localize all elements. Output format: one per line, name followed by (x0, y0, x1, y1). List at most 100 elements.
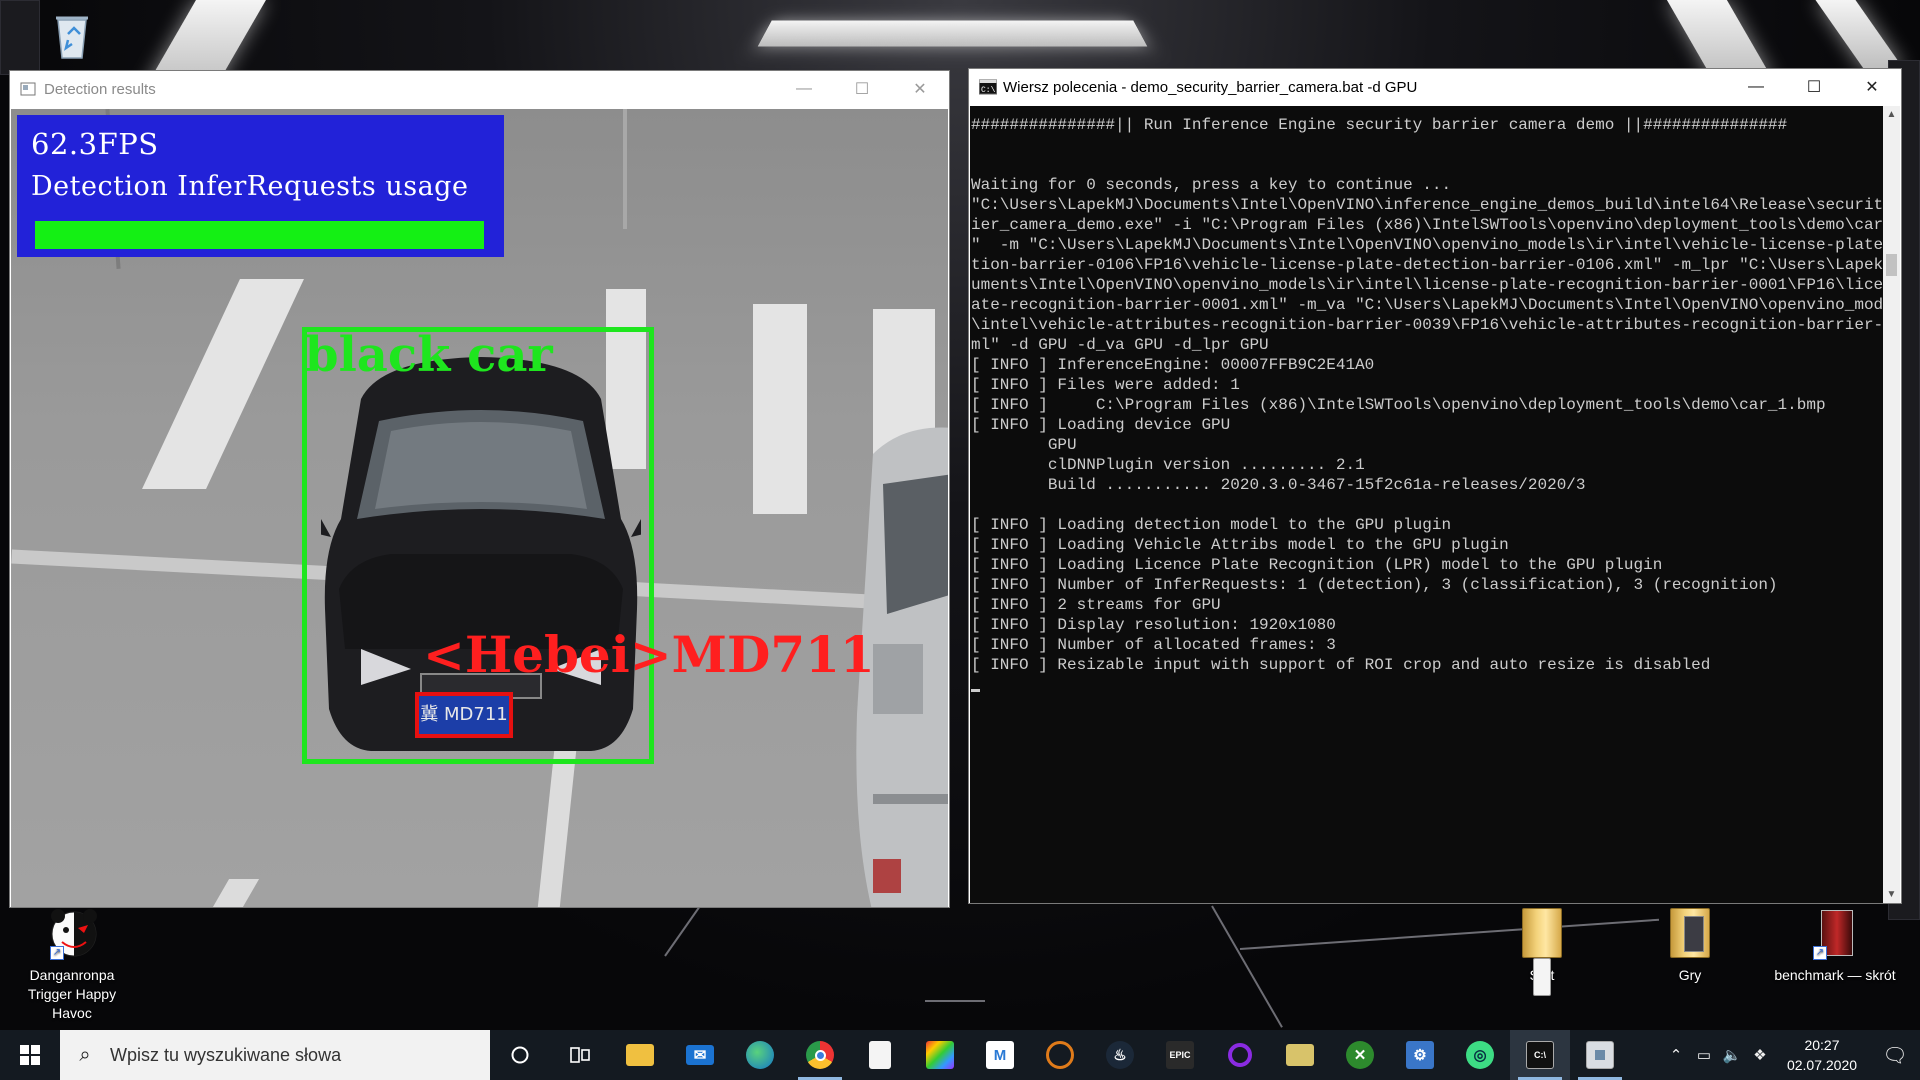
console-scrollbar[interactable]: ▲ ▼ (1883, 106, 1900, 903)
monokuma-icon: ↗ (48, 908, 97, 960)
taskbar-color-app[interactable] (910, 1030, 970, 1080)
battery-icon[interactable]: ▭ (1690, 1046, 1718, 1064)
desktop-icon-danganronpa[interactable]: ↗ Danganronpa Trigger Happy Havoc (7, 908, 137, 1023)
taskbar-edge[interactable] (730, 1030, 790, 1080)
task-view-button[interactable] (550, 1030, 610, 1080)
taskbar-epic-games[interactable]: EPIC (1150, 1030, 1210, 1080)
vehicle-attribute-label: black car (305, 327, 553, 383)
taskbar-notepad[interactable] (850, 1030, 910, 1080)
desktop-icon-gry[interactable]: Gry (1625, 908, 1755, 985)
road-stripe (753, 304, 807, 514)
recycle-bin-icon[interactable] (50, 10, 94, 60)
taskbar-xbox[interactable]: ✕ (1330, 1030, 1390, 1080)
close-button[interactable]: ✕ (891, 71, 949, 107)
console-line: [ INFO ] C:\Program Files (x86)\IntelSWT… (971, 396, 1826, 414)
minimize-button[interactable]: — (1727, 69, 1785, 105)
road-stripe (212, 879, 260, 907)
benchmark-icon: ↗ (1811, 908, 1859, 960)
desktop-icon-soft[interactable]: Soft (1477, 908, 1607, 996)
setup-icon: ⚙ (1406, 1041, 1434, 1069)
chevron-up-icon[interactable]: ⌃ (1662, 1046, 1690, 1064)
taskbar-game-folder[interactable] (1270, 1030, 1330, 1080)
taskbar-search-box[interactable]: ⌕ Wpisz tu wyszukiwane słowa (60, 1030, 490, 1080)
game-folder-icon (1286, 1044, 1314, 1066)
taskbar-chrome[interactable] (790, 1030, 850, 1080)
command-prompt-titlebar[interactable]: C:\ Wiersz polecenia - demo_security_bar… (969, 69, 1901, 105)
wallpaper-panel (0, 0, 40, 75)
fps-counter: 62.3FPS (31, 127, 159, 161)
console-line: " -m "C:\Users\LapekMJ\Documents\Intel\O… (971, 236, 1884, 254)
hud-panel: 62.3FPS Detection InferRequests usage (17, 115, 504, 257)
taskbar-detection-window[interactable] (1570, 1030, 1630, 1080)
detection-results-window[interactable]: Detection results — ☐ ✕ 62.3FPS Detectio… (9, 70, 950, 908)
usage-bar (35, 221, 498, 249)
scroll-up-icon[interactable]: ▲ (1883, 106, 1900, 123)
command-prompt-icon: C:\ (1526, 1041, 1554, 1069)
console-line: tion-barrier-0106\FP16\vehicle-license-p… (971, 256, 1884, 274)
file-explorer-icon (626, 1044, 654, 1066)
detection-window-icon (1586, 1041, 1614, 1069)
console-line: Waiting for 0 seconds, press a key to co… (971, 176, 1452, 194)
taskbar-steam[interactable]: ♨ (1090, 1030, 1150, 1080)
console-line: ate-recognition-barrier-0001.xml" -m_va … (971, 296, 1884, 314)
command-prompt-window[interactable]: C:\ Wiersz polecenia - demo_security_bar… (968, 68, 1902, 904)
notepad-icon (869, 1041, 891, 1069)
taskbar-cortana-ring[interactable] (1210, 1030, 1270, 1080)
shortcut-arrow-icon: ↗ (50, 946, 64, 960)
edge-icon (746, 1041, 774, 1069)
wallpaper-line (925, 1000, 985, 1002)
epic-games-icon: EPIC (1166, 1041, 1194, 1069)
wallpaper-line (1211, 905, 1283, 1028)
desktop-icon-label: benchmark — skrót (1774, 967, 1896, 983)
taskbar-android-studio[interactable]: ◎ (1450, 1030, 1510, 1080)
console-line: \intel\vehicle-attributes-recognition-ba… (971, 316, 1884, 334)
taskbar-m-app[interactable]: M (970, 1030, 1030, 1080)
scrollbar-thumb[interactable] (1886, 254, 1897, 276)
console-line: [ INFO ] Loading Licence Plate Recogniti… (971, 556, 1663, 574)
taskbar-origin[interactable] (1030, 1030, 1090, 1080)
taskbar-setup[interactable]: ⚙ (1390, 1030, 1450, 1080)
mail-icon: ✉ (686, 1045, 714, 1065)
taskbar-clock[interactable]: 20:27 02.07.2020 (1774, 1035, 1870, 1075)
console-line: [ INFO ] Loading detection model to the … (971, 516, 1452, 534)
console-line: [ INFO ] Number of InferRequests: 1 (det… (971, 576, 1778, 594)
cortana-button[interactable] (490, 1030, 550, 1080)
start-button[interactable] (0, 1030, 60, 1080)
minimize-button[interactable]: — (775, 71, 833, 107)
console-line: ml" -d GPU -d_va GPU -d_lpr GPU (971, 336, 1269, 354)
scroll-down-icon[interactable]: ▼ (1883, 886, 1900, 903)
window-title: Detection results (44, 80, 156, 98)
clock-time: 20:27 (1804, 1037, 1840, 1053)
folder-icon (1666, 908, 1714, 960)
console-line: [ INFO ] Files were added: 1 (971, 376, 1240, 394)
xbox-icon: ✕ (1346, 1041, 1374, 1069)
windows-logo-icon (20, 1045, 40, 1065)
m-app-icon: M (986, 1041, 1014, 1069)
console-line: ier_camera_demo.exe" -i "C:\Program File… (971, 216, 1884, 234)
detection-window-titlebar[interactable]: Detection results — ☐ ✕ (10, 71, 949, 107)
console-line: [ INFO ] 2 streams for GPU (971, 596, 1221, 614)
console-line: [ INFO ] Display resolution: 1920x1080 (971, 616, 1336, 634)
desktop-icon-benchmark[interactable]: ↗ benchmark — skrót (1770, 908, 1900, 985)
usage-bar-fill (35, 221, 485, 249)
close-button[interactable]: ✕ (1843, 69, 1901, 105)
console-line: Build ........... 2020.3.0-3467-15f2c61a… (971, 476, 1586, 494)
console-output[interactable]: ###############|| Run Inference Engine s… (970, 106, 1884, 903)
color-palette-icon (926, 1041, 954, 1069)
maximize-button[interactable]: ☐ (833, 71, 891, 107)
road-stripe (142, 279, 304, 489)
window-title: Wiersz polecenia - demo_security_barrier… (1003, 78, 1418, 96)
maximize-button[interactable]: ☐ (1785, 69, 1843, 105)
cortana-ring-icon (1228, 1043, 1252, 1067)
console-line: [ INFO ] InferenceEngine: 00007FFB9C2E41… (971, 356, 1375, 374)
folder-icon (1518, 908, 1566, 996)
console-line: [ INFO ] Number of allocated frames: 3 (971, 636, 1336, 654)
dropbox-icon[interactable]: ❖ (1746, 1046, 1774, 1064)
taskbar-command-prompt[interactable]: C:\ (1510, 1030, 1570, 1080)
taskbar-mail[interactable]: ✉ (670, 1030, 730, 1080)
volume-icon[interactable]: 🔈 (1718, 1046, 1746, 1064)
taskbar-file-explorer[interactable] (610, 1030, 670, 1080)
notification-icon[interactable]: 🗨 (1870, 1043, 1920, 1068)
